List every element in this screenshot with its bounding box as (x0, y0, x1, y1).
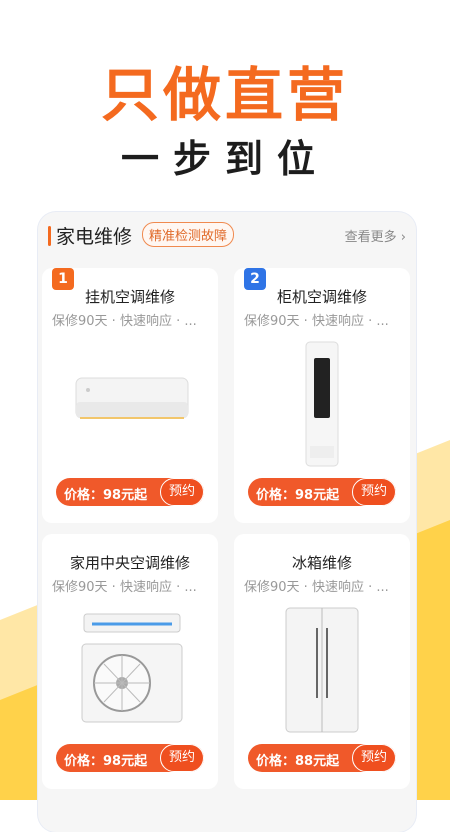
service-tile-tower-ac[interactable]: 2 柜机空调维修 保修90天 · 快速响应 · ... 价格：98元起 预约 (234, 268, 410, 523)
tile-title: 家用中央空调维修 (69, 554, 190, 572)
service-tile-fridge[interactable]: 冰箱维修 保修90天 · 快速响应 · ... 价格：88元起 预约 (234, 534, 410, 789)
hero-subtitle: 一步到位 (120, 137, 329, 181)
tile-description: 保修90天 · 快速响应 · ... (52, 580, 197, 595)
service-tile-central-ac[interactable]: 家用中央空调维修 保修90天 · 快速响应 · ... 价格：98元起 预约 (42, 534, 218, 789)
section-title: 家电维修 (56, 226, 133, 248)
service-card: 家电维修 精准检测故障 查看更多 › 1 挂机空调维修 保修90天 · 快速响应… (38, 212, 416, 832)
view-more-label: 查看更多 (344, 230, 397, 245)
price-pill: 价格：88元起 预约 (248, 744, 396, 772)
price-label: 价格：88元起 (256, 754, 340, 769)
price-label: 价格：98元起 (64, 488, 148, 503)
tile-description: 保修90天 · 快速响应 · ... (244, 314, 389, 329)
book-button[interactable]: 预约 (352, 478, 396, 506)
wall-ac-icon (75, 377, 189, 419)
book-button[interactable]: 预约 (160, 744, 204, 772)
tile-description: 保修90天 · 快速响应 · ... (52, 314, 197, 329)
tile-title: 冰箱维修 (291, 554, 352, 572)
section-accent-bar (48, 226, 51, 246)
book-button[interactable]: 预约 (160, 478, 204, 506)
section-tag: 精准检测故障 (142, 222, 235, 247)
fridge-icon (285, 607, 359, 733)
view-more-link[interactable]: 查看更多 › (345, 226, 406, 245)
hero-title: 只做直营 (100, 61, 349, 129)
price-pill: 价格：98元起 预约 (248, 478, 396, 506)
tile-title: 柜机空调维修 (276, 288, 367, 306)
tile-title: 挂机空调维修 (84, 288, 175, 306)
book-button[interactable]: 预约 (352, 744, 396, 772)
price-label: 价格：98元起 (256, 488, 340, 503)
price-pill: 价格：98元起 预约 (56, 744, 204, 772)
tower-ac-icon (305, 341, 339, 467)
chevron-right-icon: › (400, 230, 406, 245)
price-label: 价格：98元起 (64, 754, 148, 769)
service-tile-wall-ac[interactable]: 1 挂机空调维修 保修90天 · 快速响应 · ... 价格：98元起 预约 (42, 268, 218, 523)
price-pill: 价格：98元起 预约 (56, 478, 204, 506)
central-ac-icon (81, 613, 183, 723)
section-header: 家电维修 精准检测故障 查看更多 › (38, 212, 416, 260)
tile-description: 保修90天 · 快速响应 · ... (244, 580, 389, 595)
